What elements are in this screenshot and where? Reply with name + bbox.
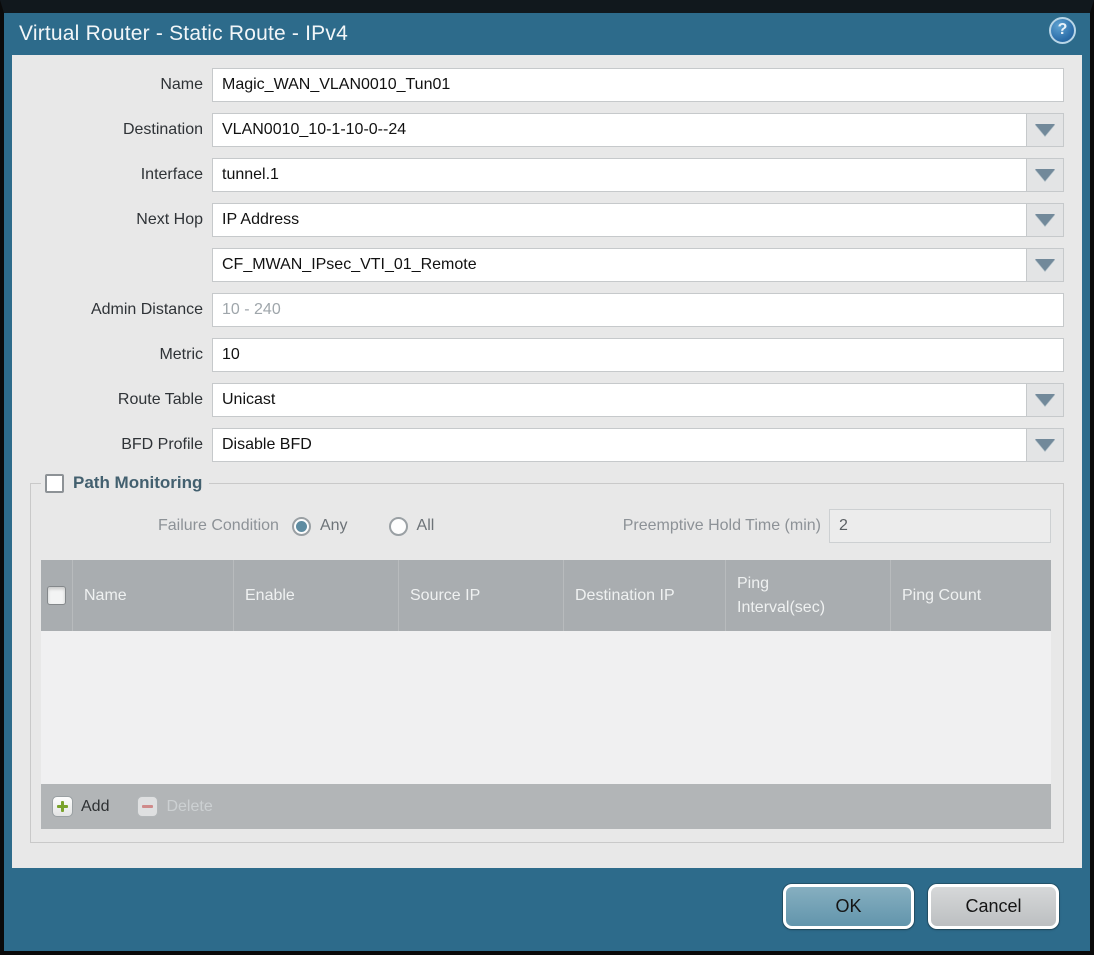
route-table-label: Route Table (117, 391, 203, 408)
table-header-row: Name Enable Source IP Destination IP Pin… (41, 560, 1051, 631)
next-hop-dropdown-trigger[interactable] (1026, 203, 1064, 237)
table-action-bar: Add Delete (41, 784, 1051, 829)
next-hop-label: Next Hop (136, 211, 203, 228)
interface-label: Interface (140, 166, 203, 183)
next-hop-address-dropdown-trigger[interactable] (1026, 248, 1064, 282)
table-header-ping-count[interactable]: Ping Count (891, 560, 1051, 631)
next-hop-type-input[interactable] (212, 203, 1027, 237)
preemptive-hold-time-field: Preemptive Hold Time (min) (623, 509, 1051, 543)
column-label: Ping Interval(sec) (737, 575, 826, 616)
admin-distance-label: Admin Distance (90, 301, 203, 318)
field-row-admin-distance: Admin Distance (30, 293, 1064, 327)
dialog-body: Name Destination Interface (12, 55, 1082, 868)
ok-button[interactable]: OK (783, 884, 914, 929)
destination-dropdown-trigger[interactable] (1026, 113, 1064, 147)
dialog-titlebar: Virtual Router - Static Route - IPv4 (4, 13, 1090, 55)
path-monitoring-controls: Failure Condition Any All Preemptive Hol… (41, 509, 1051, 543)
chevron-down-icon (1035, 439, 1055, 451)
failure-condition-all-radio[interactable] (388, 516, 408, 536)
field-row-next-hop: Next Hop (30, 203, 1064, 237)
failure-condition-any-radio[interactable] (291, 516, 311, 536)
table-header-source-ip[interactable]: Source IP (399, 560, 564, 631)
column-label: Destination IP (575, 586, 675, 604)
preemptive-hold-time-label: Preemptive Hold Time (min) (622, 517, 821, 534)
route-table-dropdown-trigger[interactable] (1026, 383, 1064, 417)
column-label: Ping Count (902, 586, 982, 604)
metric-input[interactable] (212, 338, 1064, 372)
delete-button-label: Delete (166, 797, 213, 815)
field-row-destination: Destination (30, 113, 1064, 147)
select-all-checkbox[interactable] (47, 586, 66, 605)
dialog-title: Virtual Router - Static Route - IPv4 (19, 22, 348, 45)
chevron-down-icon (1035, 169, 1055, 181)
delete-button[interactable]: Delete (137, 796, 213, 817)
field-row-interface: Interface (30, 158, 1064, 192)
bfd-profile-dropdown-trigger[interactable] (1026, 428, 1064, 462)
add-button-label: Add (81, 797, 110, 815)
bfd-profile-label: BFD Profile (121, 436, 203, 453)
field-row-bfd-profile: BFD Profile (30, 428, 1064, 462)
table-header-select-cell (41, 560, 73, 631)
path-monitoring-title: Path Monitoring (73, 473, 203, 492)
chevron-down-icon (1035, 124, 1055, 136)
path-monitoring-legend: Path Monitoring (41, 473, 209, 493)
destination-input[interactable] (212, 113, 1027, 147)
column-label: Name (84, 586, 127, 604)
destination-label: Destination (122, 121, 203, 138)
table-header-destination-ip[interactable]: Destination IP (564, 560, 726, 631)
column-label: Source IP (410, 586, 481, 604)
add-button[interactable]: Add (52, 796, 109, 817)
failure-condition-any-label: Any (319, 517, 348, 534)
cancel-button[interactable]: Cancel (928, 884, 1059, 929)
interface-input[interactable] (212, 158, 1027, 192)
static-route-dialog: Virtual Router - Static Route - IPv4 Nam… (0, 0, 1094, 955)
bfd-profile-input[interactable] (212, 428, 1027, 462)
preemptive-hold-time-input[interactable] (829, 509, 1051, 543)
failure-condition-all-label: All (416, 517, 435, 534)
field-row-metric: Metric (30, 338, 1064, 372)
path-monitoring-section: Path Monitoring Failure Condition Any Al… (30, 473, 1064, 843)
chevron-down-icon (1035, 394, 1055, 406)
field-row-next-hop-address (30, 248, 1064, 282)
field-row-route-table: Route Table (30, 383, 1064, 417)
chevron-down-icon (1035, 259, 1055, 271)
failure-condition-label: Failure Condition (158, 517, 279, 534)
admin-distance-input[interactable] (212, 293, 1064, 327)
dialog-footer: OK Cancel (4, 868, 1090, 951)
table-header-enable[interactable]: Enable (234, 560, 399, 631)
table-header-ping-interval[interactable]: Ping Interval(sec) (726, 560, 891, 631)
route-table-input[interactable] (212, 383, 1027, 417)
path-monitoring-checkbox[interactable] (45, 473, 64, 493)
minus-icon (137, 796, 159, 817)
field-row-name: Name (30, 68, 1064, 102)
interface-dropdown-trigger[interactable] (1026, 158, 1064, 192)
name-label: Name (160, 76, 203, 93)
next-hop-address-input[interactable] (212, 248, 1027, 282)
chevron-down-icon (1035, 214, 1055, 226)
path-monitoring-table: Name Enable Source IP Destination IP Pin… (41, 560, 1051, 829)
help-icon[interactable] (1049, 16, 1076, 44)
table-header-name[interactable]: Name (73, 560, 234, 631)
column-label: Enable (245, 586, 295, 604)
plus-icon (52, 796, 73, 817)
name-input[interactable] (212, 68, 1064, 102)
metric-label: Metric (159, 346, 203, 363)
table-body-empty (41, 631, 1051, 784)
